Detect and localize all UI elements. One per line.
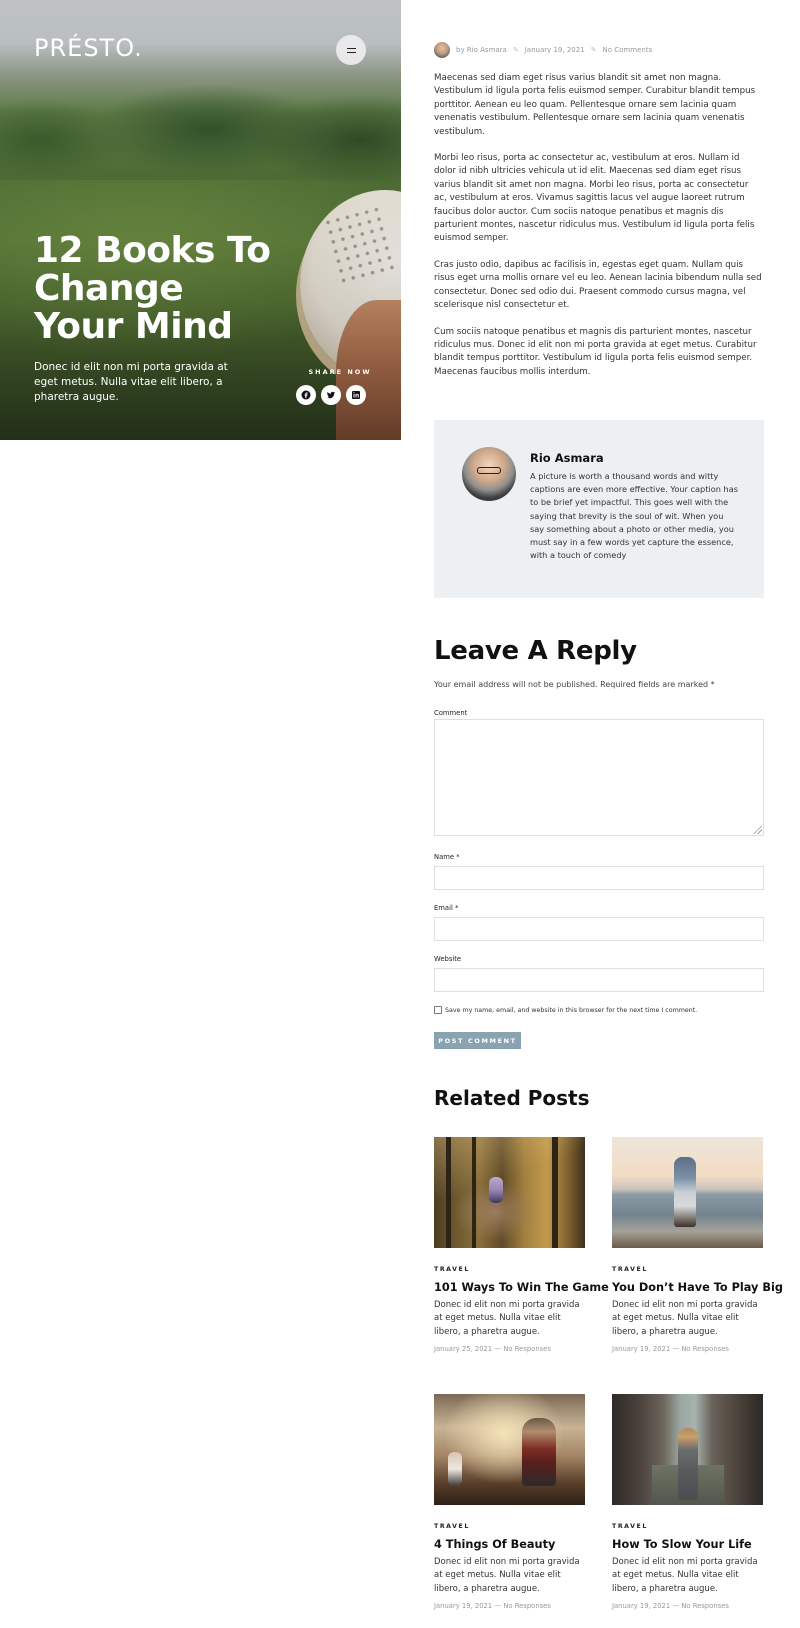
website-field[interactable] (434, 968, 764, 992)
article-paragraph: Cum sociis natoque penatibus et magnis d… (434, 326, 757, 377)
post-card-meta: January 25, 2021 — No Responses (434, 1344, 551, 1353)
consent-label: Save my name, email, and website in this… (445, 1006, 698, 1014)
hero-section: PRÉSTO. 12 Books To Change Your Mind Don… (0, 0, 401, 440)
related-post-card[interactable]: TRAVEL 101 Ways To Win The Game Donec id… (434, 1137, 609, 1353)
post-category[interactable]: TRAVEL (612, 1523, 763, 1530)
reply-heading: Leave A Reply (434, 636, 637, 666)
related-heading: Related Posts (434, 1086, 590, 1110)
post-comment-button[interactable]: POST COMMENT (434, 1032, 521, 1049)
child-figure (448, 1452, 462, 1486)
name-label: Name * (434, 853, 460, 861)
twitter-icon[interactable] (321, 385, 341, 405)
glasses-detail (477, 467, 501, 474)
consent-row: Save my name, email, and website in this… (434, 1006, 697, 1014)
website-label: Website (434, 955, 462, 963)
email-label: Email * (434, 904, 459, 912)
man-figure (522, 1418, 556, 1486)
post-date[interactable]: January 19, 2021 (525, 46, 585, 54)
related-post-card[interactable]: TRAVEL 4 Things Of Beauty Donec id elit … (434, 1394, 585, 1610)
comments-link[interactable]: No Comments (603, 46, 653, 54)
share-buttons (296, 385, 366, 405)
post-card-title[interactable]: How To Slow Your Life (612, 1538, 763, 1551)
tree-trunk (552, 1137, 558, 1248)
tree-trunk (446, 1137, 451, 1248)
post-card-meta: January 19, 2021 — No Responses (612, 1344, 729, 1353)
post-card-excerpt: Donec id elit non mi porta gravida at eg… (434, 1300, 580, 1337)
post-card-title[interactable]: 101 Ways To Win The Game (434, 1281, 609, 1294)
post-excerpt: Donec id elit non mi porta gravida at eg… (34, 361, 228, 403)
post-thumbnail[interactable] (434, 1137, 585, 1248)
post-meta: by Rio Asmara ✎ January 19, 2021 ✎ No Co… (434, 42, 652, 58)
post-title: 12 Books To Change Your Mind (34, 230, 271, 347)
author-bio: A picture is worth a thousand words and … (530, 471, 738, 561)
post-category[interactable]: TRAVEL (434, 1523, 585, 1530)
author-mini-avatar[interactable] (434, 42, 450, 58)
related-post-card[interactable]: TRAVEL You Don’t Have To Play Big Donec … (612, 1137, 783, 1353)
hiker-figure (489, 1177, 503, 1203)
post-thumbnail[interactable] (612, 1394, 763, 1505)
share-label: SHARE NOW (308, 368, 372, 376)
walker-figure (678, 1428, 698, 1500)
post-card-excerpt: Donec id elit non mi porta gravida at eg… (612, 1300, 758, 1337)
post-thumbnail[interactable] (612, 1137, 763, 1248)
hamburger-icon (346, 47, 356, 53)
facebook-icon[interactable] (296, 385, 316, 405)
linkedin-icon[interactable] (346, 385, 366, 405)
post-card-excerpt: Donec id elit non mi porta gravida at eg… (434, 1557, 580, 1594)
author-box: Rio Asmara A picture is worth a thousand… (434, 420, 764, 598)
pencil-icon: ✎ (512, 46, 519, 54)
tree-trunk (472, 1137, 476, 1248)
resize-handle-icon[interactable] (754, 826, 762, 834)
site-logo[interactable]: PRÉSTO. (34, 34, 143, 62)
reply-note: Your email address will not be published… (434, 680, 715, 689)
post-thumbnail[interactable] (434, 1394, 585, 1505)
menu-button[interactable] (336, 35, 366, 65)
post-card-title[interactable]: You Don’t Have To Play Big (612, 1281, 783, 1294)
author-name[interactable]: Rio Asmara (530, 451, 604, 465)
name-field[interactable] (434, 866, 764, 890)
author-avatar[interactable] (462, 447, 516, 501)
author-link[interactable]: by Rio Asmara (456, 46, 507, 54)
article-paragraph: Maecenas sed diam eget risus varius blan… (434, 73, 756, 137)
person-figure (674, 1157, 696, 1227)
comment-label: Comment (434, 709, 468, 717)
post-card-excerpt: Donec id elit non mi porta gravida at eg… (612, 1557, 758, 1594)
related-post-card[interactable]: TRAVEL How To Slow Your Life Donec id el… (612, 1394, 763, 1610)
consent-checkbox[interactable] (434, 1006, 442, 1014)
post-card-meta: January 19, 2021 — No Responses (434, 1601, 551, 1610)
email-field[interactable] (434, 917, 764, 941)
comment-textarea[interactable] (434, 719, 764, 836)
post-category[interactable]: TRAVEL (434, 1266, 585, 1273)
article-body: Maecenas sed diam eget risus varius blan… (434, 72, 764, 392)
post-card-title[interactable]: 4 Things Of Beauty (434, 1538, 585, 1551)
post-card-meta: January 19, 2021 — No Responses (612, 1601, 729, 1610)
comment-icon: ✎ (590, 46, 597, 54)
article-paragraph: Cras justo odio, dapibus ac facilisis in… (434, 259, 762, 311)
article-paragraph: Morbi leo risus, porta ac consectetur ac… (434, 153, 755, 244)
post-category[interactable]: TRAVEL (612, 1266, 763, 1273)
